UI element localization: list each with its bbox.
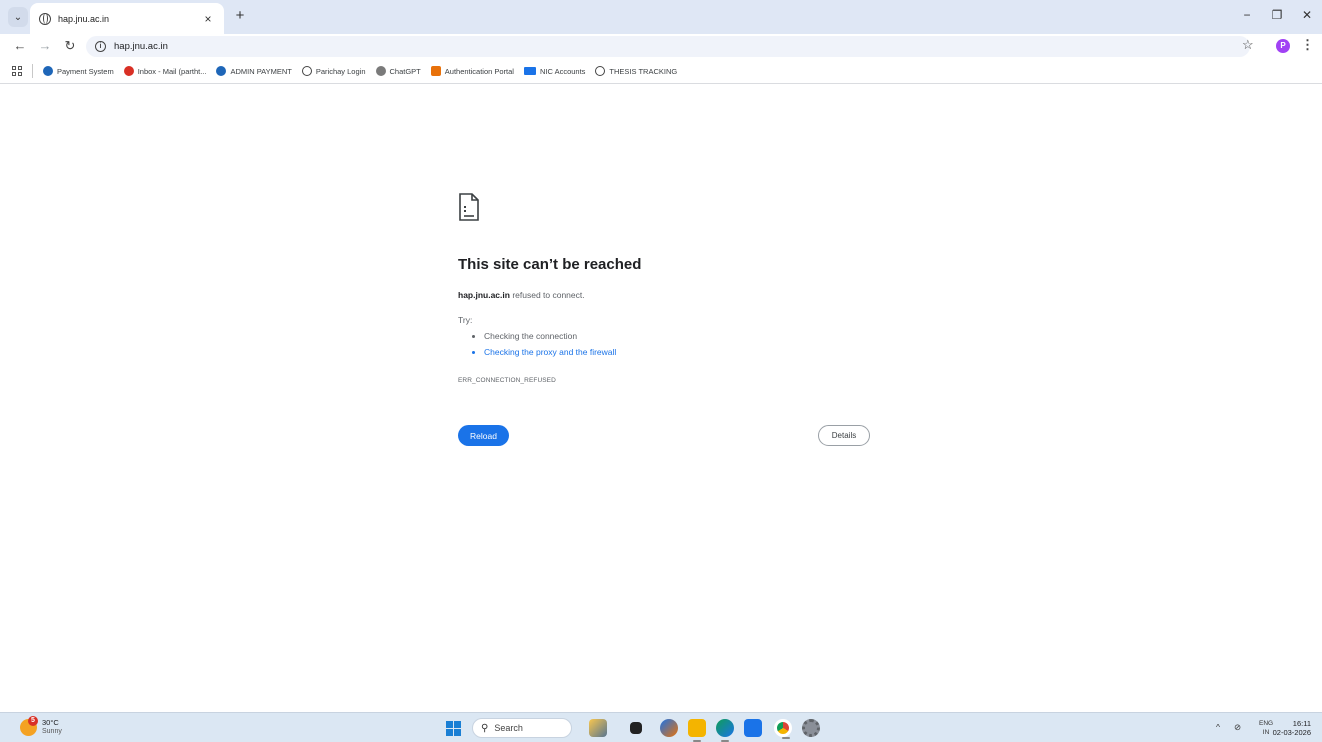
windows-start-icon[interactable]: [446, 721, 461, 736]
bookmark-label: Payment System: [57, 66, 114, 76]
error-host: hap.jnu.ac.in: [458, 290, 510, 300]
close-window-button[interactable]: ✕: [1298, 8, 1316, 22]
portal-icon: [430, 66, 441, 76]
bookmarks-bar: Payment System Inbox - Mail (partht... A…: [0, 59, 1322, 84]
tab-title: hap.jnu.ac.in: [58, 13, 110, 24]
mail-icon: [123, 66, 134, 76]
bookmark-nic-accounts[interactable]: NIC Accounts: [523, 66, 586, 76]
taskbar-search[interactable]: ⚲ Search: [472, 718, 572, 738]
weather-condition: Sunny: [42, 728, 62, 735]
globe-icon: [595, 66, 606, 76]
bookmark-thesis-tracking[interactable]: THESIS TRACKING: [595, 66, 677, 76]
sad-page-icon: [459, 193, 479, 221]
profile-avatar[interactable]: P: [1276, 39, 1290, 53]
bookmark-label: NIC Accounts: [539, 66, 586, 76]
task-view-icon[interactable]: [630, 722, 642, 734]
sun-icon: 5: [20, 715, 38, 736]
network-off-icon[interactable]: ⊘: [1234, 722, 1241, 733]
weather-badge: 5: [28, 715, 38, 726]
tab-close-button[interactable]: ×: [198, 12, 218, 26]
reload-button[interactable]: Reload: [458, 425, 509, 446]
site-info-icon[interactable]: i: [95, 41, 106, 52]
globe-icon: [216, 66, 227, 76]
error-message-suffix: refused to connect.: [509, 290, 585, 300]
taskbar: 5 30°C Sunny ⚲ Search ^ ⊘ ENG IN 16:11 02-…: [0, 712, 1322, 742]
bookmarks-divider: [32, 64, 33, 78]
browser-toolbar: ← → ↻ i hap.jnu.ac.in ☆ P ⋮: [0, 34, 1322, 59]
bookmark-parichay-login[interactable]: Parichay Login: [301, 66, 366, 76]
clock-date: 02-03-2026: [1272, 728, 1311, 737]
apps-grid-icon[interactable]: [12, 66, 22, 76]
clock-time: 16:11: [1292, 719, 1311, 728]
bookmark-label: THESIS TRACKING: [609, 66, 678, 76]
tray-chevron-up-icon[interactable]: ^: [1216, 722, 1220, 732]
store-icon[interactable]: [744, 719, 762, 737]
file-explorer-icon[interactable]: [688, 719, 706, 742]
back-button[interactable]: ←: [12, 38, 28, 54]
suggestion-connection: Checking the connection: [484, 331, 616, 341]
tab-active[interactable]: hap.jnu.ac.in ×: [30, 3, 224, 34]
address-bar[interactable]: i hap.jnu.ac.in: [86, 36, 1250, 57]
suggestion-proxy-firewall-link[interactable]: Checking the proxy and the firewall: [484, 347, 616, 357]
search-icon: ⚲: [481, 722, 489, 734]
reload-page-button[interactable]: ↻: [62, 38, 78, 54]
edge-browser-icon[interactable]: [716, 719, 734, 742]
tab-search-button[interactable]: ⌄: [8, 7, 28, 27]
error-message: hap.jnu.ac.in refused to connect.: [458, 290, 585, 300]
bookmark-star-icon[interactable]: ☆: [1242, 37, 1254, 53]
address-url[interactable]: hap.jnu.ac.in: [114, 41, 168, 52]
forward-button[interactable]: →: [37, 38, 53, 54]
weather-temperature: 30°C: [42, 718, 59, 727]
taskbar-search-label: Search: [494, 723, 523, 733]
bookmark-chatgpt[interactable]: ChatGPT: [375, 66, 421, 76]
globe-icon: [43, 66, 53, 76]
nic-icon: [523, 67, 536, 75]
bookmark-admin-payment[interactable]: ADMIN PAYMENT: [216, 66, 292, 76]
bookmark-inbox-mail[interactable]: Inbox - Mail (partht...: [123, 66, 207, 76]
copilot-icon[interactable]: [660, 719, 678, 737]
bookmark-payment-system[interactable]: Payment System: [43, 66, 114, 76]
weather-widget[interactable]: 5 30°C Sunny: [20, 715, 62, 736]
chrome-icon[interactable]: [774, 719, 792, 739]
settings-gear-icon[interactable]: [802, 719, 820, 737]
bookmark-label: ChatGPT: [389, 66, 421, 76]
bookmark-label: Inbox - Mail (partht...: [137, 66, 207, 76]
bookmark-label: Authentication Portal: [444, 66, 514, 76]
try-label: Try:: [458, 315, 473, 325]
tab-strip: ⌄ hap.jnu.ac.in × + − ❐ ✕: [0, 0, 1322, 34]
bookmark-label: Parichay Login: [315, 66, 366, 76]
suggestions-list: Checking the connection Checking the pro…: [484, 331, 616, 363]
bookmark-label: ADMIN PAYMENT: [230, 66, 292, 76]
widgets-app-icon[interactable]: [589, 719, 607, 737]
bookmark-authentication-portal[interactable]: Authentication Portal: [430, 66, 514, 76]
details-button[interactable]: Details: [818, 425, 870, 446]
globe-icon: [301, 66, 312, 76]
chatgpt-icon: [375, 66, 386, 76]
error-code: ERR_CONNECTION_REFUSED: [458, 377, 556, 384]
globe-icon: [39, 12, 51, 25]
error-heading: This site can’t be reached: [458, 256, 642, 273]
new-tab-button[interactable]: +: [230, 7, 250, 27]
browser-menu-button[interactable]: ⋮: [1301, 37, 1314, 53]
minimize-button[interactable]: −: [1238, 8, 1256, 22]
restore-button[interactable]: ❐: [1268, 8, 1286, 22]
system-clock[interactable]: 16:11 02-03-2026: [1271, 719, 1311, 737]
